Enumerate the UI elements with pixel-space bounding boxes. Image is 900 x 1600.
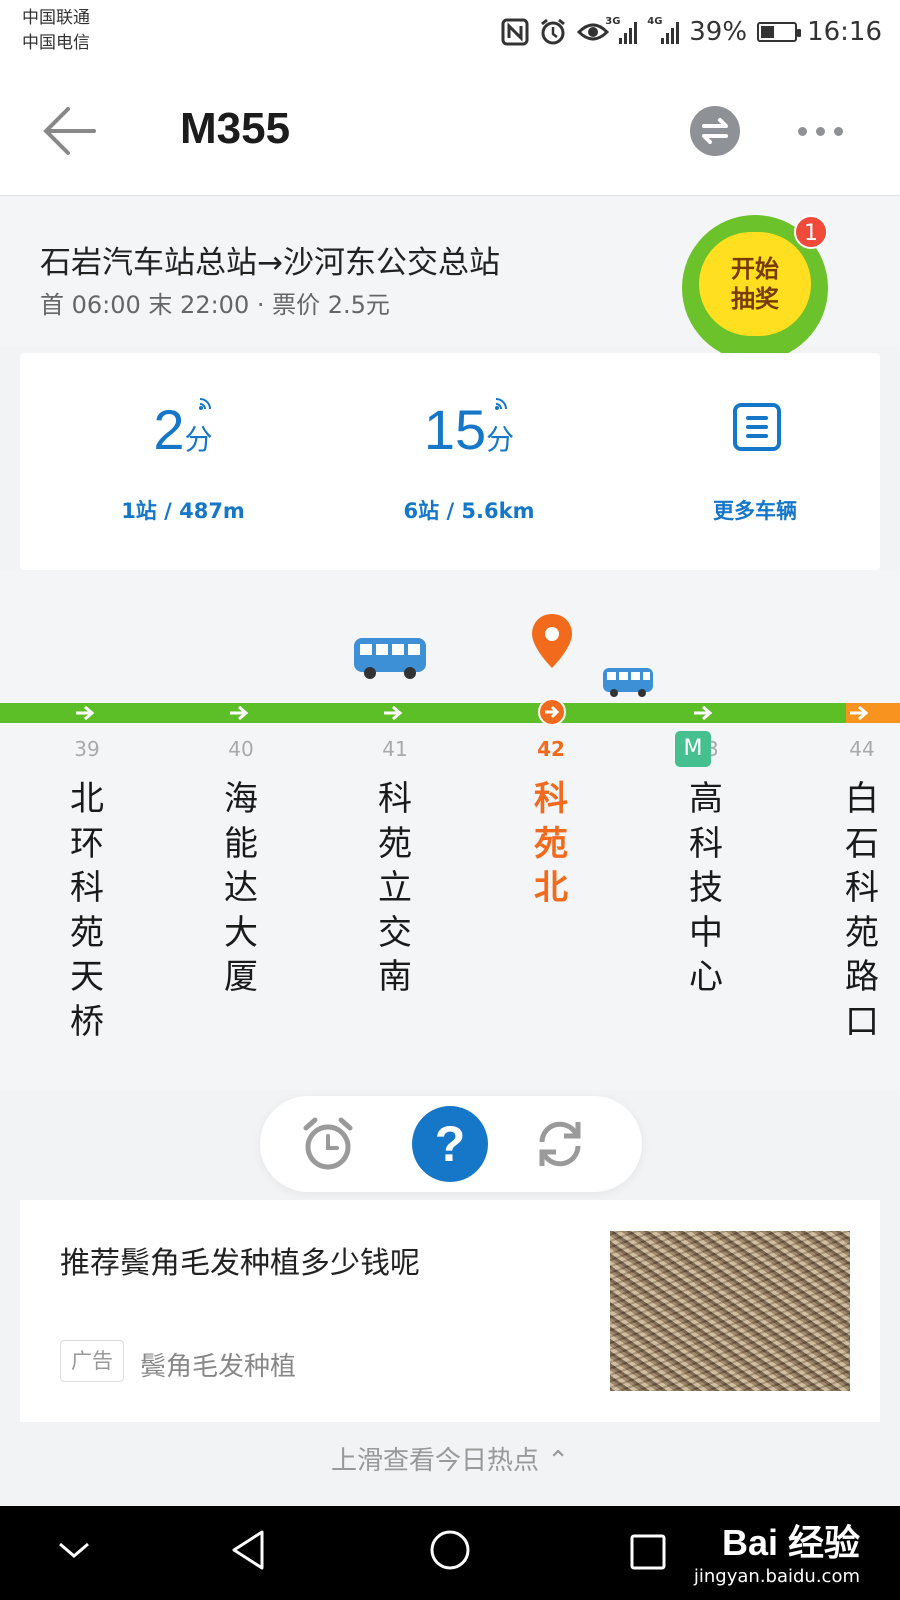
carrier-2: 中国电信 [22, 33, 90, 53]
stop-name[interactable]: 海能达大厦 [211, 777, 271, 1000]
refresh-icon[interactable] [530, 1114, 590, 1174]
page-title: M355 [180, 104, 291, 153]
route-track [0, 703, 900, 723]
direction-arrow-icon [694, 706, 713, 720]
stop-name[interactable]: 北环科苑天桥 [57, 777, 117, 1044]
direction-arrow-icon [230, 706, 249, 720]
collapse-icon[interactable] [56, 1536, 92, 1564]
battery-percent: 39% [689, 17, 748, 47]
clock: 16:16 [807, 17, 882, 47]
notification-badge: 1 [794, 215, 828, 249]
footer-hint[interactable]: 上滑查看今日热点 ⌃ [0, 1440, 900, 1477]
signal-icon: 3G [605, 16, 638, 44]
carrier-1: 中国联通 [22, 8, 90, 28]
stop-number: 44 [849, 737, 875, 761]
alarm-icon [541, 18, 566, 45]
location-pin-icon [532, 614, 572, 668]
arrival-time: 15分 [326, 397, 612, 462]
ad-tag: 广告 [60, 1340, 124, 1382]
arrival-minutes: 15 [423, 398, 487, 461]
realtime-signal-icon [199, 398, 211, 410]
ad-source: 鬓角毛发种植 [140, 1352, 297, 1382]
title-bar: M355 [0, 66, 900, 196]
watermark-brand: Bai 经验 [721, 1522, 860, 1563]
swap-direction-icon[interactable] [690, 106, 740, 156]
alarm-clock-icon[interactable] [298, 1114, 358, 1174]
direction-arrow-icon [850, 706, 869, 720]
watermark-url: jingyan.baidu.com [693, 1566, 860, 1587]
arrow-left-icon[interactable] [40, 104, 100, 158]
stop-name[interactable]: 科苑立交南 [365, 777, 425, 1000]
route-line: 39 40 41 42 43 44 北环科苑天桥 海能达大厦 科苑立交南 科苑北… [0, 570, 900, 1090]
nfc-icon [501, 18, 529, 46]
more-vehicles-button[interactable]: 更多车辆 [612, 353, 898, 570]
more-vehicles-label: 更多车辆 [713, 499, 797, 523]
system-nav-bar: Bai 经验 jingyan.baidu.com [0, 1506, 900, 1600]
lottery-face: 开始抽奖 [699, 232, 811, 336]
status-bar: 中国联通 中国电信 3G 4G 39% 16:16 [0, 0, 900, 66]
battery-icon [757, 22, 802, 42]
ad-title[interactable]: 推荐鬓角毛发种植多少钱呢 [60, 1238, 420, 1282]
nav-recents-icon[interactable] [628, 1532, 668, 1572]
stop-number-current: 42 [537, 737, 565, 761]
bus-icon[interactable] [352, 634, 428, 682]
route-schedule: 首 06:00 末 22:00 · 票价 2.5元 [40, 291, 390, 319]
arrival-next[interactable]: 2分 1站 / 487m [40, 353, 326, 570]
network-1: 3G [605, 16, 621, 27]
direction-arrow-icon [76, 706, 95, 720]
watermark: Bai 经验 jingyan.baidu.com [694, 1514, 860, 1587]
ad-image[interactable] [610, 1231, 850, 1391]
nav-home-icon[interactable] [428, 1528, 472, 1572]
direction-arrow-icon [384, 706, 403, 720]
action-bar: ? [260, 1096, 642, 1192]
carrier-labels: 中国联通 中国电信 [22, 6, 90, 56]
arrival-card: 2分 1站 / 487m 15分 6站 / 5.6km 更多车辆 [20, 353, 880, 570]
network-2: 4G [647, 16, 663, 27]
arrival-time: 2分 [40, 397, 326, 462]
arrival-distance: 6站 / 5.6km [403, 499, 535, 523]
arrival-distance: 1站 / 487m [121, 499, 245, 523]
bus-icon[interactable] [601, 666, 655, 700]
arrival-unit: 分 [184, 423, 213, 456]
stop-name[interactable]: 高科技中心 [676, 777, 736, 1000]
realtime-signal-icon [495, 398, 507, 410]
metro-icon: M [675, 731, 711, 767]
arrival-unit: 分 [486, 423, 515, 456]
status-icons: 3G 4G 39% 16:16 [501, 10, 882, 54]
stop-number: 40 [228, 737, 254, 761]
stop-name-current[interactable]: 科苑北 [521, 777, 581, 911]
route-direction: 石岩汽车站总站→沙河东公交总站 [40, 245, 500, 281]
ad-card[interactable]: 推荐鬓角毛发种植多少钱呢 广告 鬓角毛发种植 [20, 1200, 880, 1422]
arrival-minutes: 2 [153, 398, 185, 461]
stop-number: 41 [382, 737, 408, 761]
route-info: 石岩汽车站总站→沙河东公交总站 首 06:00 末 22:00 · 票价 2.5… [0, 197, 900, 361]
more-dots-icon[interactable] [798, 116, 858, 146]
help-button[interactable]: ? [412, 1106, 488, 1182]
lottery-button[interactable]: 开始抽奖 1 [682, 215, 828, 361]
lottery-label: 开始抽奖 [731, 255, 779, 313]
list-icon [733, 403, 781, 451]
signal-icon: 4G [647, 16, 680, 44]
nav-back-icon[interactable] [228, 1528, 270, 1572]
stop-name[interactable]: 白石科苑路口 [832, 777, 892, 1044]
stop-number: 39 [74, 737, 100, 761]
current-stop-marker [538, 698, 566, 726]
arrival-following[interactable]: 15分 6站 / 5.6km [326, 353, 612, 570]
